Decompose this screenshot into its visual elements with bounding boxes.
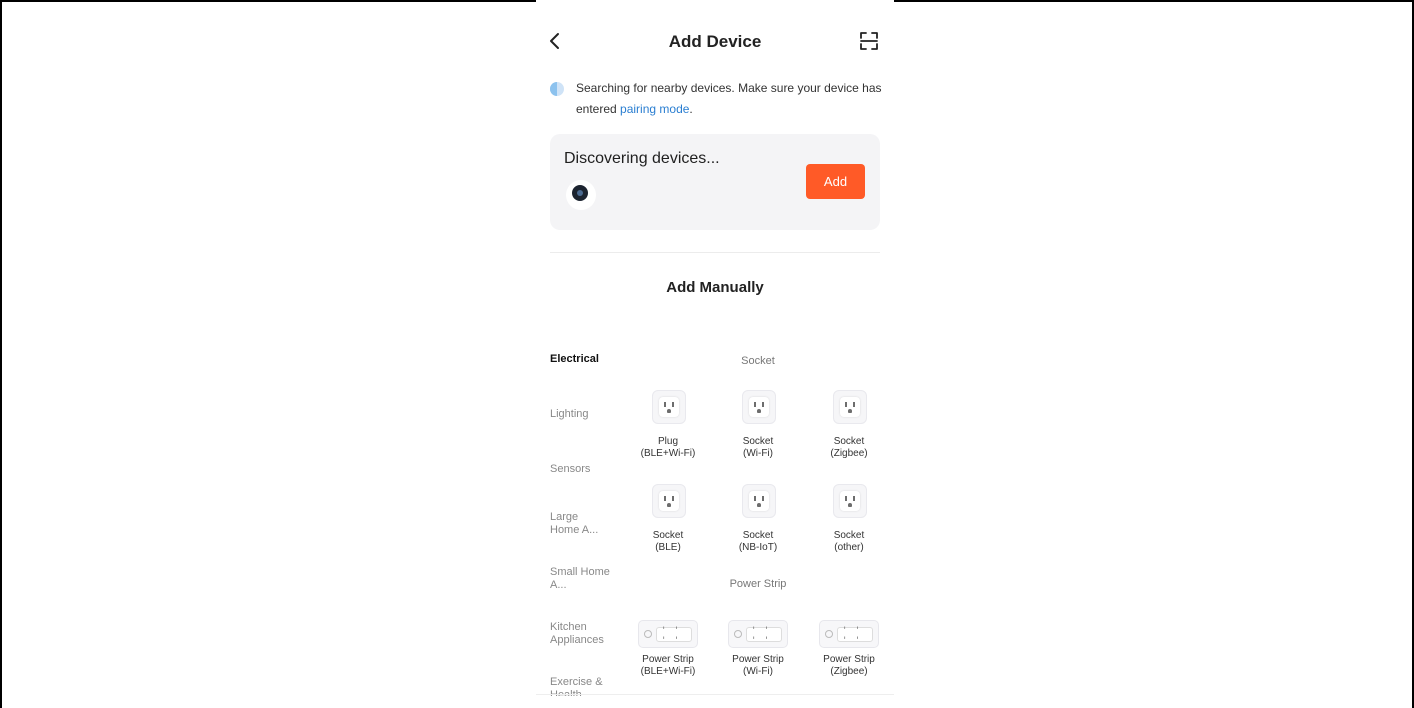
camera-icon bbox=[572, 185, 588, 201]
category-sensors[interactable]: Sensors bbox=[550, 463, 622, 476]
category-large-home-appliances[interactable]: Large Home A... bbox=[550, 511, 610, 537]
tile-label-line2: (NB-IoT) bbox=[738, 542, 778, 553]
power-strip-icon bbox=[728, 620, 788, 648]
power-strip-icon bbox=[819, 620, 879, 648]
category-kitchen-appliances[interactable]: Kitchen Appliances bbox=[550, 621, 616, 647]
category-small-home-appliances[interactable]: Small Home A... bbox=[550, 566, 610, 592]
tile-label: Power Strip (BLE+Wi-Fi) bbox=[626, 654, 710, 678]
section-title-socket: Socket bbox=[741, 355, 775, 367]
tile-label: Socket (NB-IoT) bbox=[716, 530, 800, 554]
tile-label-line2: (other) bbox=[834, 542, 864, 553]
discovered-devices-card: Discovering devices... Add bbox=[550, 134, 880, 230]
tile-label-line1: Socket bbox=[742, 436, 774, 447]
discovered-device-thumbnail[interactable] bbox=[566, 180, 596, 210]
socket-icon bbox=[833, 484, 867, 518]
scan-button[interactable] bbox=[858, 30, 880, 52]
tile-label: Power Strip (Wi-Fi) bbox=[716, 654, 800, 678]
loading-spinner-icon bbox=[550, 82, 564, 96]
page-title: Add Device bbox=[668, 32, 762, 51]
tile-label-line1: Socket bbox=[652, 530, 684, 541]
tile-label: Plug (BLE+Wi-Fi) bbox=[626, 436, 710, 460]
power-strip-icon bbox=[638, 620, 698, 648]
tile-label-line2: (Zigbee) bbox=[830, 448, 868, 459]
bottom-divider bbox=[536, 694, 894, 695]
searching-message-end: . bbox=[689, 102, 693, 116]
tile-label-line2: (BLE+Wi-Fi) bbox=[640, 666, 696, 677]
socket-icon bbox=[742, 390, 776, 424]
tile-label: Socket (Wi-Fi) bbox=[716, 436, 800, 460]
socket-icon bbox=[833, 390, 867, 424]
searching-text: Searching for nearby devices. Make sure … bbox=[576, 78, 888, 120]
add-device-screen: Add Device Searching for nearby devices.… bbox=[536, 0, 894, 708]
section-divider bbox=[550, 252, 880, 253]
tile-label-line2: (Wi-Fi) bbox=[743, 448, 773, 459]
tile-label-line1: Power Strip bbox=[642, 654, 694, 665]
tile-label-line1: Socket bbox=[742, 530, 774, 541]
section-title-power-strip: Power Strip bbox=[729, 578, 787, 590]
scan-qr-icon bbox=[860, 32, 878, 50]
window-frame-left bbox=[0, 0, 2, 708]
socket-icon bbox=[742, 484, 776, 518]
add-discovered-button[interactable]: Add bbox=[806, 164, 865, 199]
tile-label: Socket (Zigbee) bbox=[807, 436, 891, 460]
tile-label-line2: (Wi-Fi) bbox=[743, 666, 773, 677]
socket-icon bbox=[652, 390, 686, 424]
tile-label: Socket (other) bbox=[807, 530, 891, 554]
tile-label-line2: (Zigbee) bbox=[830, 666, 868, 677]
tile-label-line2: (BLE) bbox=[655, 542, 681, 553]
category-electrical[interactable]: Electrical bbox=[550, 353, 622, 366]
pairing-mode-link[interactable]: pairing mode bbox=[620, 102, 689, 116]
discovering-title: Discovering devices... bbox=[564, 150, 720, 167]
tile-label-line1: Socket bbox=[833, 530, 865, 541]
category-exercise-health[interactable]: Exercise & Health bbox=[550, 676, 612, 696]
tile-label-line1: Plug bbox=[657, 436, 678, 447]
tile-label-line1: Socket bbox=[833, 436, 865, 447]
socket-icon bbox=[652, 484, 686, 518]
tile-label: Socket (BLE) bbox=[626, 530, 710, 554]
tile-label: Power Strip (Zigbee) bbox=[807, 654, 891, 678]
tile-label-line2: (BLE+Wi-Fi) bbox=[640, 448, 696, 459]
category-lighting[interactable]: Lighting bbox=[550, 408, 622, 421]
add-manually-title: Add Manually bbox=[666, 279, 764, 296]
tile-label-line1: Power Strip bbox=[823, 654, 875, 665]
tile-label-line1: Power Strip bbox=[732, 654, 784, 665]
header: Add Device bbox=[536, 22, 894, 62]
